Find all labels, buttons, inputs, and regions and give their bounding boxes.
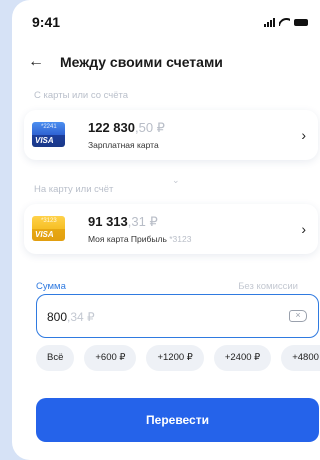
card-name-text: Моя карта Прибыль — [88, 234, 167, 244]
card-balance: 91 313,31 ₽ — [88, 214, 158, 230]
card-name-text: Зарплатная карта — [88, 140, 159, 150]
clear-input-icon[interactable]: × — [289, 310, 307, 322]
card-name: Моя карта Прибыль *3123 — [88, 234, 191, 244]
card-chip: *2241 VISA — [32, 122, 65, 147]
system-icons — [264, 17, 308, 27]
card-balance-dec: ,50 ₽ — [135, 120, 165, 135]
amount-value: 800,34 ₽ — [47, 310, 95, 324]
card-name-suffix: *3123 — [166, 234, 192, 244]
from-card[interactable]: *2241 VISA 122 830,50 ₽ Зарплатная карта… — [24, 110, 318, 160]
visa-logo: VISA — [35, 230, 54, 239]
signal-icon — [264, 17, 275, 27]
quick-amount-1200[interactable]: +1200 ₽ — [146, 345, 204, 371]
chevron-right-icon: › — [301, 221, 306, 237]
sum-label: Сумма — [36, 281, 66, 292]
quick-amount-2400[interactable]: +2400 ₽ — [213, 345, 272, 371]
card-chip: *3123 VISA — [32, 216, 65, 241]
page-title: Между своими счетами — [60, 54, 223, 70]
card-balance-dec: ,31 ₽ — [127, 214, 158, 229]
to-card[interactable]: *3123 VISA 91 313,31 ₽ Моя карта Прибыль… — [24, 204, 318, 254]
header: ← Между своими счетами — [28, 51, 223, 73]
battery-icon — [294, 18, 308, 26]
quick-amount-4800[interactable]: +4800 ₽ — [281, 345, 320, 371]
quick-amounts: Всё +600 ₽ +1200 ₽ +2400 ₽ +4800 ₽ — [36, 345, 320, 371]
card-balance-int: 91 313 — [88, 214, 128, 229]
status-bar: 9:41 — [32, 12, 312, 32]
back-arrow-icon[interactable]: ← — [28, 54, 50, 70]
quick-amount-600[interactable]: +600 ₽ — [84, 345, 137, 371]
quick-amount-all[interactable]: Всё — [36, 345, 75, 371]
amount-value-int: 800 — [47, 310, 68, 324]
chevron-down-icon[interactable]: ⌄ — [172, 175, 180, 186]
amount-input[interactable]: 800,34 ₽ × — [36, 294, 319, 338]
amount-value-dec: ,34 ₽ — [67, 310, 95, 324]
card-chip-digits: *3123 — [41, 218, 57, 224]
card-balance: 122 830,50 ₽ — [88, 120, 165, 136]
from-label: С карты или со счёта — [34, 90, 129, 101]
chevron-right-icon: › — [301, 127, 306, 143]
card-chip-digits: *2241 — [41, 124, 57, 130]
visa-logo: VISA — [35, 136, 54, 145]
status-time: 9:41 — [32, 14, 61, 30]
transfer-button[interactable]: Перевести — [36, 398, 319, 442]
screen: 9:41 ← Между своими счетами С карты или … — [12, 0, 320, 460]
card-name: Зарплатная карта — [88, 140, 159, 150]
card-balance-int: 122 830 — [88, 120, 135, 135]
to-label: На карту или счёт — [34, 184, 114, 195]
wifi-icon — [279, 18, 290, 26]
commission-note: Без комиссии — [238, 281, 298, 292]
